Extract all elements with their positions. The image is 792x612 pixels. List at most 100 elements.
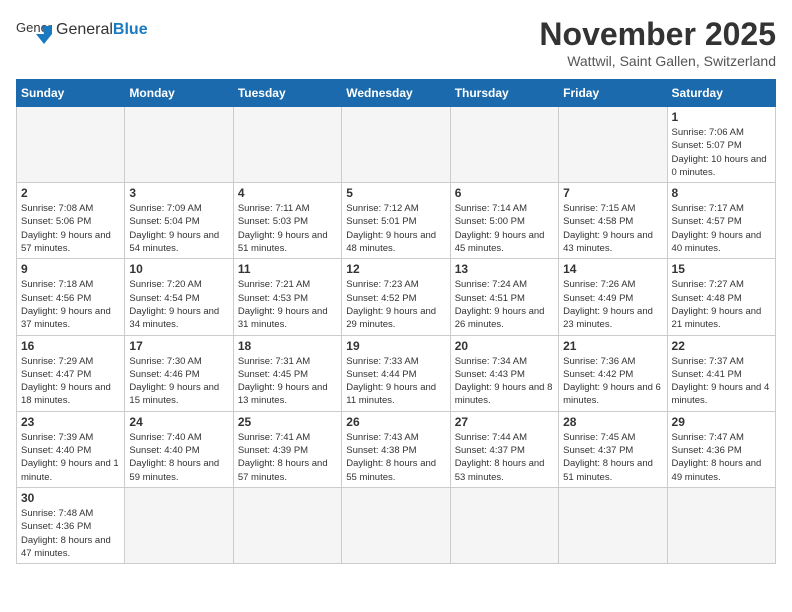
day-number: 22 xyxy=(672,339,771,353)
calendar-cell: 20Sunrise: 7:34 AM Sunset: 4:43 PM Dayli… xyxy=(450,335,558,411)
month-title: November 2025 xyxy=(539,16,776,53)
calendar-cell xyxy=(559,107,667,183)
calendar-cell: 13 Sunrise: 7:24 AM Sunset: 4:51 PM Dayli… xyxy=(450,259,558,335)
day-number: 6 xyxy=(455,186,554,200)
day-info: Sunrise: 7:45 AM Sunset: 4:37 PM Dayligh… xyxy=(563,431,662,484)
day-number: 17 xyxy=(129,339,228,353)
day-info: Sunrise: 7:43 AM Sunset: 4:38 PM Dayligh… xyxy=(346,431,445,484)
day-number: 29 xyxy=(672,415,771,429)
calendar-cell xyxy=(342,487,450,563)
calendar-cell xyxy=(233,107,341,183)
weekday-header-tuesday: Tuesday xyxy=(233,80,341,107)
calendar-cell: 4Sunrise: 7:11 AM Sunset: 5:03 PM Daylig… xyxy=(233,183,341,259)
calendar-cell: 28 Sunrise: 7:45 AM Sunset: 4:37 PM Dayli… xyxy=(559,411,667,487)
day-number: 30 xyxy=(21,491,120,505)
calendar-cell: 21 Sunrise: 7:36 AM Sunset: 4:42 PM Dayli… xyxy=(559,335,667,411)
calendar-cell: 23Sunrise: 7:39 AM Sunset: 4:40 PM Dayli… xyxy=(17,411,125,487)
day-info: Sunrise: 7:11 AM Sunset: 5:03 PM Dayligh… xyxy=(238,202,337,255)
calendar-week-5: 23Sunrise: 7:39 AM Sunset: 4:40 PM Dayli… xyxy=(17,411,776,487)
calendar-cell: 12Sunrise: 7:23 AM Sunset: 4:52 PM Dayli… xyxy=(342,259,450,335)
day-info: Sunrise: 7:27 AM Sunset: 4:48 PM Dayligh… xyxy=(672,278,771,331)
day-info: Sunrise: 7:23 AM Sunset: 4:52 PM Dayligh… xyxy=(346,278,445,331)
day-info: Sunrise: 7:29 AM Sunset: 4:47 PM Dayligh… xyxy=(21,355,120,408)
day-number: 21 xyxy=(563,339,662,353)
day-info: Sunrise: 7:09 AM Sunset: 5:04 PM Dayligh… xyxy=(129,202,228,255)
day-number: 14 xyxy=(563,262,662,276)
calendar-cell xyxy=(450,487,558,563)
day-info: Sunrise: 7:14 AM Sunset: 5:00 PM Dayligh… xyxy=(455,202,554,255)
day-number: 15 xyxy=(672,262,771,276)
day-info: Sunrise: 7:08 AM Sunset: 5:06 PM Dayligh… xyxy=(21,202,120,255)
weekday-header-wednesday: Wednesday xyxy=(342,80,450,107)
calendar-cell: 17Sunrise: 7:30 AM Sunset: 4:46 PM Dayli… xyxy=(125,335,233,411)
calendar-cell xyxy=(233,487,341,563)
calendar-cell: 6 Sunrise: 7:14 AM Sunset: 5:00 PM Daylig… xyxy=(450,183,558,259)
calendar-cell: 22 Sunrise: 7:37 AM Sunset: 4:41 PM Dayli… xyxy=(667,335,775,411)
day-info: Sunrise: 7:20 AM Sunset: 4:54 PM Dayligh… xyxy=(129,278,228,331)
weekday-header-saturday: Saturday xyxy=(667,80,775,107)
calendar-week-1: 1 Sunrise: 7:06 AM Sunset: 5:07 PM Daylig… xyxy=(17,107,776,183)
day-number: 28 xyxy=(563,415,662,429)
day-info: Sunrise: 7:17 AM Sunset: 4:57 PM Dayligh… xyxy=(672,202,771,255)
day-number: 1 xyxy=(672,110,771,124)
weekday-header-friday: Friday xyxy=(559,80,667,107)
day-number: 25 xyxy=(238,415,337,429)
calendar-cell: 29 Sunrise: 7:47 AM Sunset: 4:36 PM Dayli… xyxy=(667,411,775,487)
logo: General GeneralBlue xyxy=(16,16,148,44)
calendar-cell: 24Sunrise: 7:40 AM Sunset: 4:40 PM Dayli… xyxy=(125,411,233,487)
day-info: Sunrise: 7:12 AM Sunset: 5:01 PM Dayligh… xyxy=(346,202,445,255)
calendar-week-6: 30 Sunrise: 7:48 AM Sunset: 4:36 PM Dayli… xyxy=(17,487,776,563)
weekday-header-row: SundayMondayTuesdayWednesdayThursdayFrid… xyxy=(17,80,776,107)
calendar-cell: 30 Sunrise: 7:48 AM Sunset: 4:36 PM Dayli… xyxy=(17,487,125,563)
day-number: 13 xyxy=(455,262,554,276)
calendar-cell xyxy=(17,107,125,183)
calendar-cell: 25Sunrise: 7:41 AM Sunset: 4:39 PM Dayli… xyxy=(233,411,341,487)
calendar-cell: 27Sunrise: 7:44 AM Sunset: 4:37 PM Dayli… xyxy=(450,411,558,487)
calendar-cell: 26 Sunrise: 7:43 AM Sunset: 4:38 PM Dayli… xyxy=(342,411,450,487)
calendar-cell: 16Sunrise: 7:29 AM Sunset: 4:47 PM Dayli… xyxy=(17,335,125,411)
weekday-header-sunday: Sunday xyxy=(17,80,125,107)
day-number: 2 xyxy=(21,186,120,200)
location-title: Wattwil, Saint Gallen, Switzerland xyxy=(539,53,776,69)
day-number: 26 xyxy=(346,415,445,429)
day-info: Sunrise: 7:31 AM Sunset: 4:45 PM Dayligh… xyxy=(238,355,337,408)
day-number: 11 xyxy=(238,262,337,276)
calendar-cell: 2 Sunrise: 7:08 AM Sunset: 5:06 PM Daylig… xyxy=(17,183,125,259)
weekday-header-monday: Monday xyxy=(125,80,233,107)
weekday-header-thursday: Thursday xyxy=(450,80,558,107)
calendar-cell: 10Sunrise: 7:20 AM Sunset: 4:54 PM Dayli… xyxy=(125,259,233,335)
day-info: Sunrise: 7:39 AM Sunset: 4:40 PM Dayligh… xyxy=(21,431,120,484)
calendar-cell xyxy=(125,107,233,183)
calendar-week-4: 16Sunrise: 7:29 AM Sunset: 4:47 PM Dayli… xyxy=(17,335,776,411)
day-info: Sunrise: 7:40 AM Sunset: 4:40 PM Dayligh… xyxy=(129,431,228,484)
logo-text: GeneralBlue xyxy=(56,21,148,39)
calendar: SundayMondayTuesdayWednesdayThursdayFrid… xyxy=(16,79,776,564)
day-info: Sunrise: 7:33 AM Sunset: 4:44 PM Dayligh… xyxy=(346,355,445,408)
day-info: Sunrise: 7:21 AM Sunset: 4:53 PM Dayligh… xyxy=(238,278,337,331)
day-number: 8 xyxy=(672,186,771,200)
calendar-week-2: 2 Sunrise: 7:08 AM Sunset: 5:06 PM Daylig… xyxy=(17,183,776,259)
day-info: Sunrise: 7:47 AM Sunset: 4:36 PM Dayligh… xyxy=(672,431,771,484)
calendar-cell: 8 Sunrise: 7:17 AM Sunset: 4:57 PM Daylig… xyxy=(667,183,775,259)
day-number: 18 xyxy=(238,339,337,353)
calendar-cell: 1 Sunrise: 7:06 AM Sunset: 5:07 PM Daylig… xyxy=(667,107,775,183)
day-info: Sunrise: 7:06 AM Sunset: 5:07 PM Dayligh… xyxy=(672,126,771,179)
day-info: Sunrise: 7:34 AM Sunset: 4:43 PM Dayligh… xyxy=(455,355,554,408)
calendar-cell: 7Sunrise: 7:15 AM Sunset: 4:58 PM Daylig… xyxy=(559,183,667,259)
calendar-cell: 3 Sunrise: 7:09 AM Sunset: 5:04 PM Daylig… xyxy=(125,183,233,259)
day-info: Sunrise: 7:37 AM Sunset: 4:41 PM Dayligh… xyxy=(672,355,771,408)
calendar-cell: 19 Sunrise: 7:33 AM Sunset: 4:44 PM Dayli… xyxy=(342,335,450,411)
header: General GeneralBlue November 2025 Wattwi… xyxy=(16,16,776,69)
calendar-cell xyxy=(342,107,450,183)
calendar-cell xyxy=(667,487,775,563)
day-number: 3 xyxy=(129,186,228,200)
day-info: Sunrise: 7:36 AM Sunset: 4:42 PM Dayligh… xyxy=(563,355,662,408)
day-number: 7 xyxy=(563,186,662,200)
day-number: 27 xyxy=(455,415,554,429)
day-info: Sunrise: 7:18 AM Sunset: 4:56 PM Dayligh… xyxy=(21,278,120,331)
day-number: 19 xyxy=(346,339,445,353)
calendar-cell: 18 Sunrise: 7:31 AM Sunset: 4:45 PM Dayli… xyxy=(233,335,341,411)
day-info: Sunrise: 7:26 AM Sunset: 4:49 PM Dayligh… xyxy=(563,278,662,331)
day-info: Sunrise: 7:24 AM Sunset: 4:51 PM Dayligh… xyxy=(455,278,554,331)
day-info: Sunrise: 7:48 AM Sunset: 4:36 PM Dayligh… xyxy=(21,507,120,560)
